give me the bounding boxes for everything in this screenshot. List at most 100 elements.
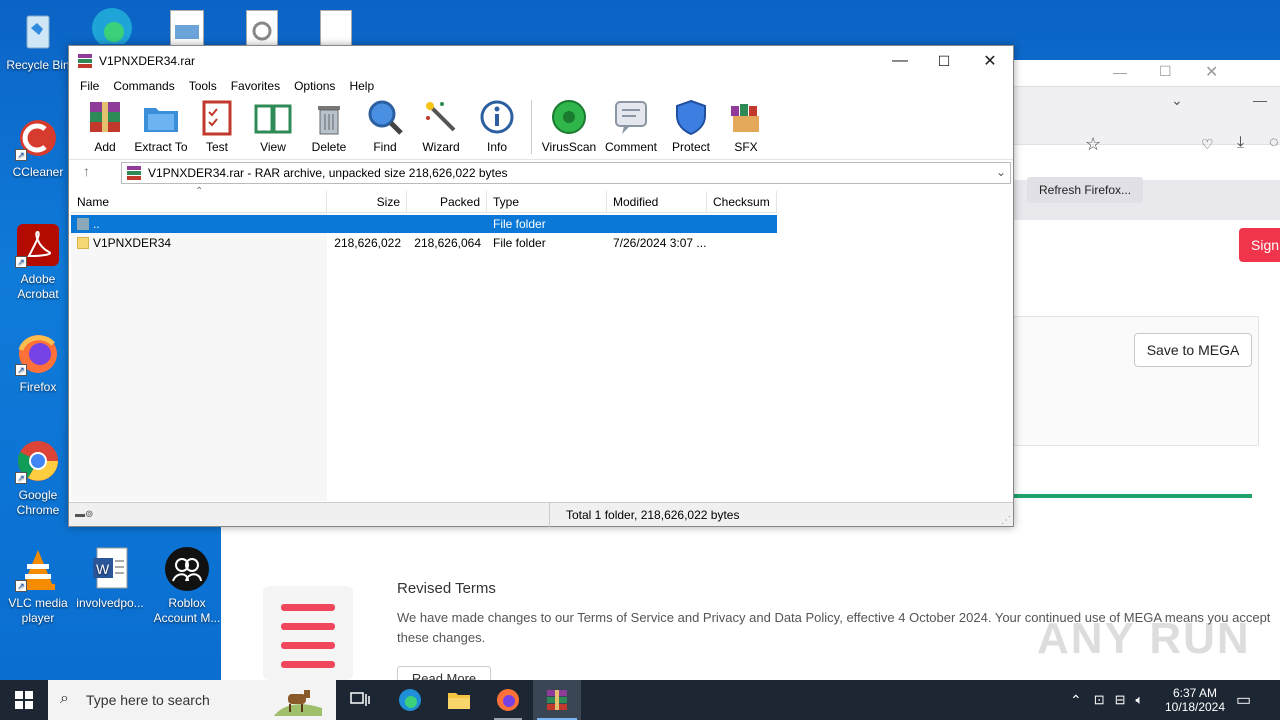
desktop-icon-word-doc[interactable]: W involvedpo... bbox=[72, 546, 148, 611]
sign-button[interactable]: Sign bbox=[1239, 228, 1280, 262]
taskbar-winrar[interactable] bbox=[533, 680, 581, 720]
minimize-icon[interactable]: — bbox=[1113, 64, 1127, 80]
column-packed[interactable]: Packed bbox=[407, 191, 487, 213]
row-modified bbox=[607, 215, 707, 233]
task-view-icon bbox=[350, 692, 370, 706]
pocket-icon[interactable]: ♡ bbox=[1201, 136, 1214, 153]
parent-folder-icon bbox=[77, 218, 89, 230]
winrar-window[interactable]: V1PNXDER34.rar — ☐ ✕ File Commands Tools… bbox=[68, 45, 1014, 527]
taskbar-edge[interactable] bbox=[386, 680, 434, 720]
refresh-firefox-button[interactable]: Refresh Firefox... bbox=[1027, 177, 1144, 203]
wizard-button[interactable]: Wizard bbox=[413, 98, 469, 154]
table-row[interactable]: .. File folder bbox=[71, 215, 777, 233]
vlc-icon: ↗ bbox=[15, 546, 61, 592]
menu-favorites[interactable]: Favorites bbox=[224, 79, 287, 93]
archive-path-field[interactable]: V1PNXDER34.rar - RAR archive, unpacked s… bbox=[121, 162, 1011, 184]
taskbar-file-explorer[interactable] bbox=[435, 680, 483, 720]
window-title: V1PNXDER34.rar bbox=[99, 54, 196, 68]
comment-icon bbox=[612, 98, 650, 136]
list-name-column-bg bbox=[71, 213, 327, 501]
info-button[interactable]: Info bbox=[469, 98, 525, 154]
desktop-icon-firefox[interactable]: ↗ Firefox bbox=[0, 330, 76, 395]
test-clipboard-icon bbox=[198, 98, 236, 136]
close-button[interactable]: ✕ bbox=[967, 46, 1013, 76]
chevron-down-icon[interactable]: ⌄ bbox=[996, 165, 1006, 179]
account-icon[interactable]: ◌ bbox=[1269, 134, 1279, 152]
menu-options[interactable]: Options bbox=[287, 79, 342, 93]
desktop-icon-label: Roblox Account M... bbox=[153, 596, 221, 625]
desktop-icon-label: CCleaner bbox=[12, 165, 64, 179]
view-button[interactable]: View bbox=[245, 98, 301, 154]
delete-button[interactable]: Delete bbox=[301, 98, 357, 154]
taskbar-search-box[interactable]: ⌕ Type here to search bbox=[48, 680, 336, 720]
close-icon[interactable]: ✕ bbox=[1205, 62, 1218, 82]
extract-folder-icon bbox=[142, 98, 180, 136]
virusscan-button[interactable]: VirusScan bbox=[538, 98, 600, 154]
column-size[interactable]: Size bbox=[327, 191, 407, 213]
up-arrow-icon[interactable]: ↑ bbox=[83, 163, 90, 179]
menu-file[interactable]: File bbox=[73, 79, 106, 93]
settings-file-icon[interactable] bbox=[246, 10, 278, 46]
find-button[interactable]: Find bbox=[357, 98, 413, 154]
winrar-titlebar: V1PNXDER34.rar bbox=[69, 46, 1013, 76]
column-modified[interactable]: Modified bbox=[607, 191, 707, 213]
download-icon[interactable]: ⤓ bbox=[1237, 134, 1244, 152]
sfx-button[interactable]: SFX bbox=[720, 98, 772, 154]
notifications-button[interactable]: ▭ bbox=[1236, 680, 1251, 720]
chevron-down-icon[interactable]: ⌄ bbox=[1171, 92, 1183, 109]
taskbar-firefox[interactable] bbox=[484, 680, 532, 720]
search-placeholder: Type here to search bbox=[86, 692, 210, 708]
network-status-icon[interactable]: ⊡ bbox=[1094, 692, 1105, 708]
bookmark-star-icon[interactable]: ☆ bbox=[1085, 134, 1101, 155]
desktop-icon-chrome[interactable]: ↗ Google Chrome bbox=[0, 438, 76, 518]
desktop-icon-label: Adobe Acrobat bbox=[17, 272, 59, 301]
tool-label: Find bbox=[373, 140, 397, 154]
image-file-icon[interactable] bbox=[170, 10, 204, 46]
tool-label: Extract To bbox=[134, 140, 188, 154]
menu-tools[interactable]: Tools bbox=[182, 79, 224, 93]
clock[interactable]: 6:37 AM 10/18/2024 bbox=[1164, 680, 1226, 720]
column-checksum[interactable]: Checksum bbox=[707, 191, 777, 213]
desktop-icon-adobe-acrobat[interactable]: ↗ Adobe Acrobat bbox=[0, 222, 76, 302]
minimize-button[interactable]: — bbox=[877, 46, 923, 76]
transfer-progress-track bbox=[1013, 494, 1252, 498]
chevron-up-icon[interactable]: ⌃ bbox=[1070, 692, 1082, 709]
transfer-progress-fill bbox=[1013, 494, 1252, 498]
minimize-icon[interactable]: — bbox=[1253, 92, 1267, 108]
start-button[interactable] bbox=[0, 680, 48, 720]
toolbar-separator bbox=[531, 100, 532, 154]
column-type[interactable]: Type bbox=[487, 191, 607, 213]
sfx-box-icon bbox=[727, 98, 765, 136]
volume-icon[interactable]: 🔈︎ bbox=[1136, 692, 1144, 708]
row-name: V1PNXDER34 bbox=[93, 236, 172, 250]
maximize-button[interactable]: ☐ bbox=[921, 46, 967, 76]
task-view-button[interactable] bbox=[336, 680, 384, 720]
desktop-icon-ccleaner[interactable]: ↗ CCleaner bbox=[0, 115, 76, 180]
system-tray: ⌃ ⊡ ⊟ 🔈︎ bbox=[1070, 680, 1153, 720]
test-button[interactable]: Test bbox=[189, 98, 245, 154]
row-type: File folder bbox=[493, 217, 546, 231]
comment-button[interactable]: Comment bbox=[600, 98, 662, 154]
blank-file-icon[interactable] bbox=[320, 10, 352, 46]
magnifier-icon bbox=[366, 98, 404, 136]
search-highlight-image bbox=[274, 684, 322, 716]
add-archive-icon bbox=[86, 98, 124, 136]
row-checksum bbox=[707, 215, 777, 233]
protect-button[interactable]: Protect bbox=[662, 98, 720, 154]
shield-icon bbox=[672, 98, 710, 136]
extract-to-button[interactable]: Extract To bbox=[133, 98, 189, 154]
add-button[interactable]: Add bbox=[77, 98, 133, 154]
save-to-mega-button[interactable]: Save to MEGA bbox=[1134, 333, 1252, 367]
maximize-icon[interactable]: ☐ bbox=[1159, 63, 1172, 80]
desktop-icon-recycle-bin[interactable]: Recycle Bin bbox=[0, 8, 76, 73]
table-row[interactable]: V1PNXDER34 218,626,022 218,626,064 File … bbox=[71, 234, 777, 252]
menu-commands[interactable]: Commands bbox=[106, 79, 181, 93]
ethernet-icon[interactable]: ⊟ bbox=[1115, 692, 1126, 708]
edge-icon bbox=[399, 689, 421, 711]
desktop-icon-vlc[interactable]: ↗ VLC media player bbox=[0, 546, 76, 626]
resize-grip-icon[interactable]: ⋰ bbox=[1001, 515, 1011, 526]
desktop-icon-roblox[interactable]: Roblox Account M... bbox=[149, 546, 225, 626]
row-type: File folder bbox=[493, 236, 546, 250]
edge-desktop-icon[interactable] bbox=[88, 4, 136, 48]
menu-help[interactable]: Help bbox=[342, 79, 381, 93]
